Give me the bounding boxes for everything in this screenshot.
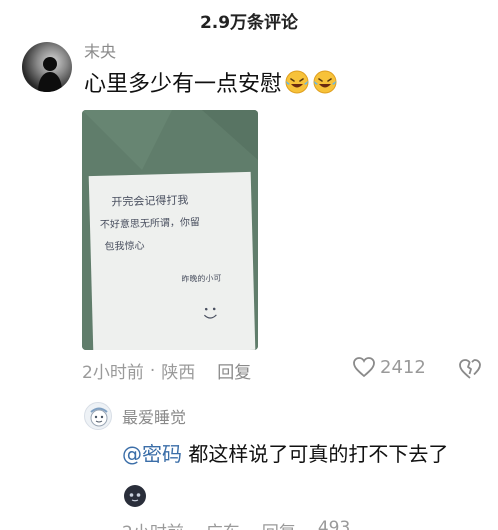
laughing-tears-emoji-icon (313, 70, 337, 94)
comment-location: 陕西 (161, 363, 196, 383)
avatar[interactable] (22, 42, 72, 92)
note-line-4: 昨晚的小可 (181, 273, 221, 284)
dislike-heart-icon[interactable] (458, 358, 482, 380)
handwritten-note-image: 开完会记得打我 不好意思无所谓，你留 包我惊心 昨晚的小可 (100, 193, 222, 319)
heart-icon (353, 357, 375, 378)
reply-location: 广东 (206, 518, 240, 530)
comments-header: 2.9万条评论 (0, 0, 498, 40)
handwritten-note: 开完会记得打我 不好意思无所谓，你留 包我惊心 昨晚的小可 (88, 171, 256, 350)
cartoon-avatar-icon (90, 407, 108, 427)
reply-meta: 2小时前 广东 回复 493 (122, 518, 372, 530)
reply-username[interactable]: 最爱睡觉 (122, 404, 186, 428)
comment-photo[interactable]: 开完会记得打我 不好意思无所谓，你留 包我惊心 昨晚的小可 (82, 110, 258, 350)
reply-body: 都这样说了可真的打不下去了 (182, 442, 449, 466)
reply-reply-button[interactable]: 回复 (262, 518, 296, 530)
reply-like-count[interactable]: 493 (318, 518, 350, 530)
comment-username[interactable]: 末央 (84, 38, 116, 62)
like-count: 2412 (380, 356, 426, 378)
laughing-tears-emoji-icon (285, 70, 309, 94)
reply-time: 2小时前 (122, 518, 184, 530)
reply-text: @密码 都这样说了可真的打不下去了 (122, 434, 472, 514)
note-line-2: 不好意思无所谓，你留 (100, 215, 200, 231)
note-line-1: 开完会记得打我 (111, 193, 188, 209)
comment-time: 2小时前 (82, 363, 144, 383)
comment-count-title: 2.9万条评论 (199, 12, 299, 33)
mention-link[interactable]: @密码 (122, 442, 182, 466)
comment-text: 心里多少有一点安慰 (84, 66, 338, 98)
dark-face-emoji-icon (124, 484, 146, 507)
meta-separator: · (149, 360, 156, 381)
like-button[interactable]: 2412 (352, 356, 426, 378)
smiley-doodle (203, 307, 217, 319)
comment-meta: 2小时前 · 陕西 回复 (82, 358, 251, 384)
reply-avatar[interactable] (84, 402, 112, 430)
comment-body: 心里多少有一点安慰 (84, 72, 283, 97)
reply-button[interactable]: 回复 (217, 358, 251, 383)
user-silhouette-icon (38, 57, 62, 92)
note-line-3: 包我惊心 (104, 239, 144, 253)
